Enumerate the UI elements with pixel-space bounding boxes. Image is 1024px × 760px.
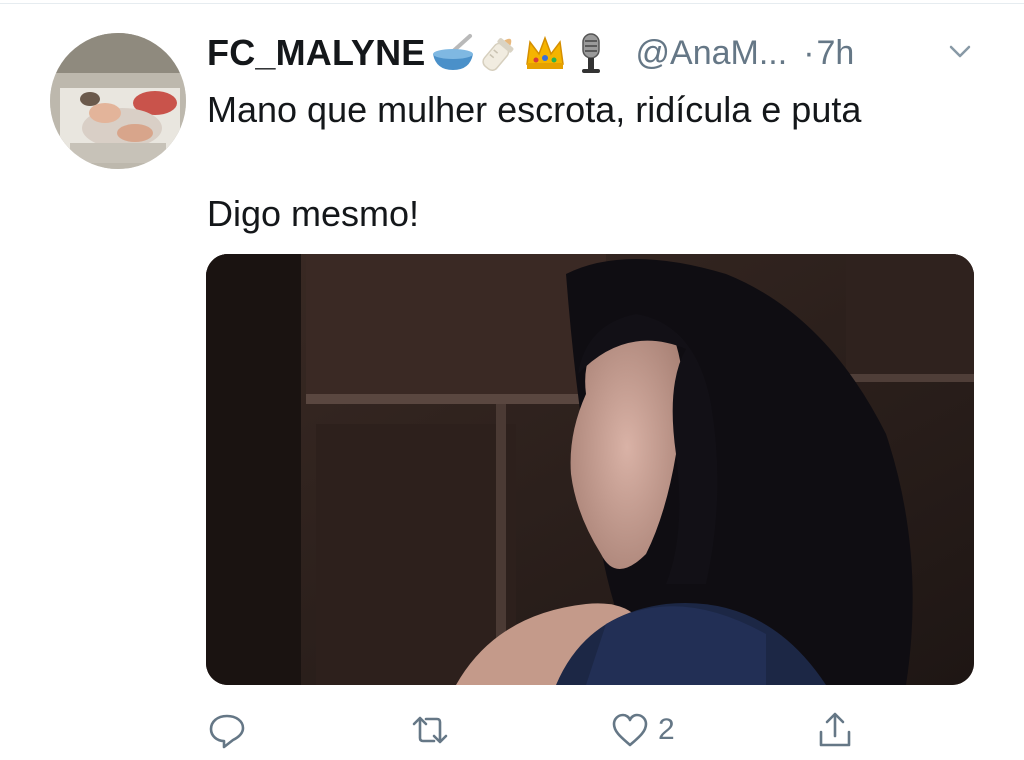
share-icon (815, 710, 855, 750)
tweet-text: Mano que mulher escrota, ridícula e puta… (207, 84, 987, 240)
name-emojis (430, 30, 614, 76)
heart-icon (610, 710, 650, 750)
tweet-media-image[interactable] (206, 254, 974, 685)
tweet-text-line-1: Mano que mulher escrota, ridícula e puta (207, 89, 862, 130)
chevron-down-icon[interactable] (946, 38, 974, 66)
share-button[interactable] (815, 708, 855, 752)
tweet-actions: 2 (0, 700, 1024, 760)
microphone-icon (568, 30, 614, 76)
tweet-header: FC_MALYNE @AnaM... · 7h (207, 28, 987, 78)
user-avatar[interactable] (50, 33, 186, 169)
tweet-timestamp[interactable]: 7h (817, 34, 855, 73)
like-button[interactable]: 2 (610, 708, 675, 752)
retweet-button[interactable] (410, 708, 450, 752)
baby-bottle-icon (476, 30, 522, 76)
like-count: 2 (658, 713, 675, 746)
display-name[interactable]: FC_MALYNE (207, 32, 426, 74)
bowl-with-spoon-icon (430, 30, 476, 76)
separator-dot: · (803, 33, 815, 72)
user-handle[interactable]: @AnaM... (636, 34, 788, 73)
reply-icon (207, 710, 247, 750)
tweet[interactable]: FC_MALYNE @AnaM... · 7h Mano que mulher … (0, 0, 1024, 759)
retweet-icon (410, 710, 450, 750)
reply-button[interactable] (207, 708, 247, 752)
tweet-text-line-2: Digo mesmo! (207, 193, 420, 234)
crown-icon (522, 30, 568, 76)
